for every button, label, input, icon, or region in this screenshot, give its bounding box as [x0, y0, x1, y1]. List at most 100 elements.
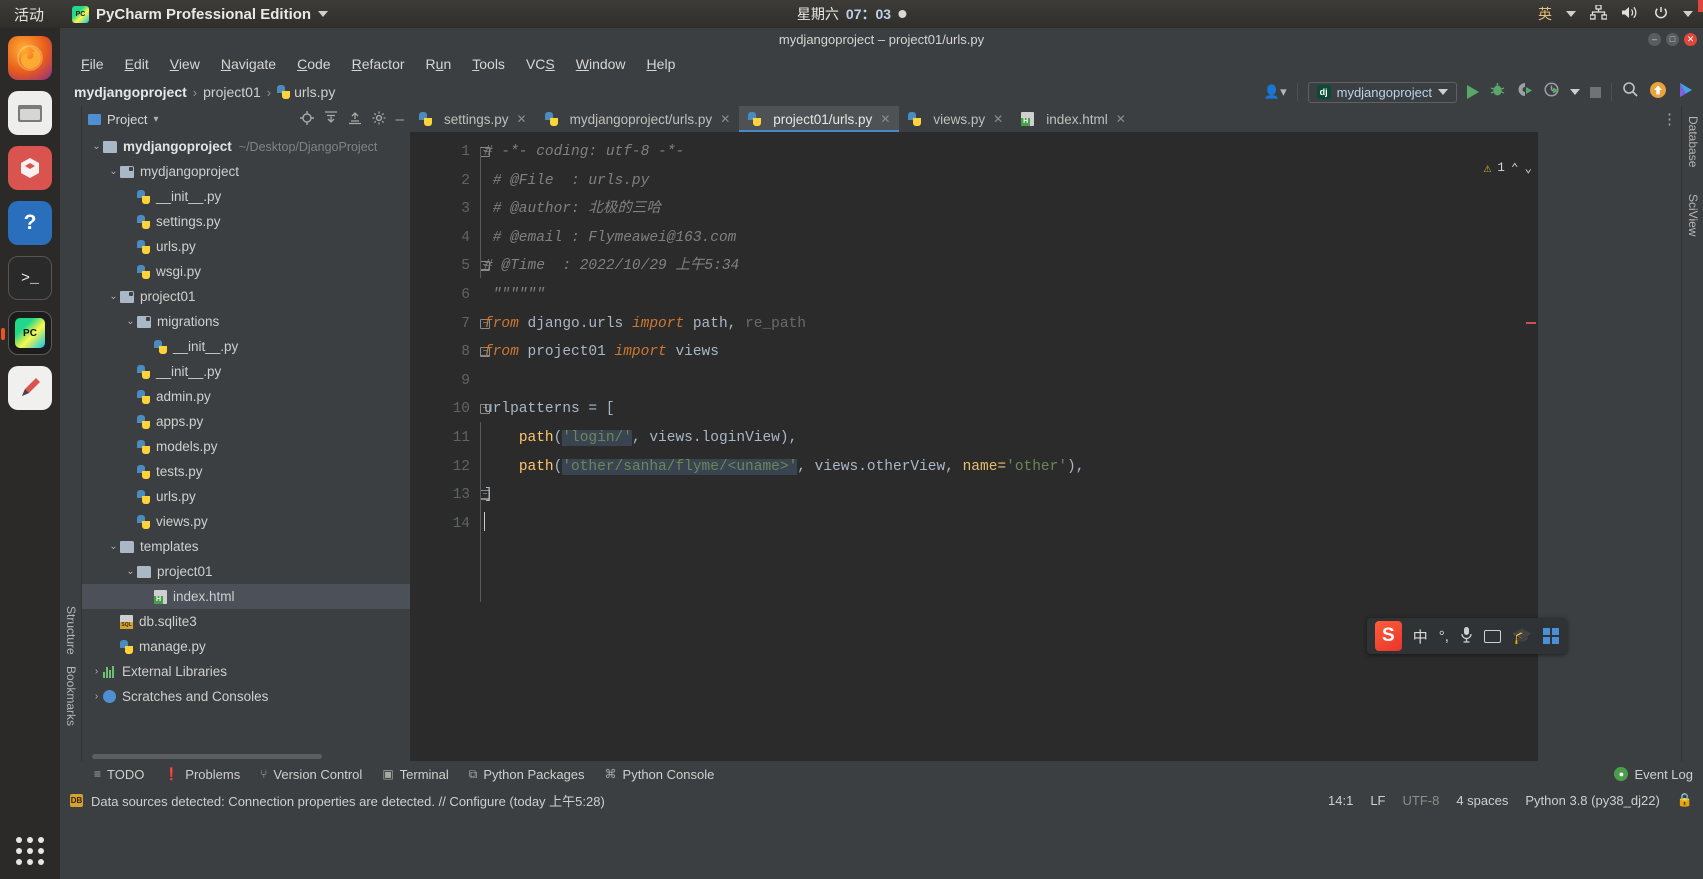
activities-button[interactable]: 活动: [14, 4, 44, 25]
menu-refactor[interactable]: Refactor: [343, 53, 414, 75]
bottom-tool-terminal[interactable]: ▣ Terminal: [382, 767, 448, 782]
run-icon[interactable]: [1467, 85, 1479, 99]
menu-navigate[interactable]: Navigate: [212, 53, 285, 75]
sogou-ime-floating-bar[interactable]: S 中 °, 🎓: [1367, 618, 1567, 654]
system-clock[interactable]: 星期六 07：03: [797, 4, 907, 24]
tree-item-scratches-and-consoles[interactable]: › Scratches and Consoles: [82, 684, 410, 709]
editor-tab-views-py[interactable]: views.py ✕: [899, 106, 1012, 132]
keyboard-icon[interactable]: [1483, 629, 1502, 643]
graduation-hat-icon[interactable]: 🎓: [1512, 626, 1532, 646]
stop-icon[interactable]: [1590, 86, 1601, 98]
breadcrumb-project[interactable]: mydjangoproject: [74, 84, 187, 100]
ime-mode-toggle[interactable]: 中: [1413, 626, 1428, 647]
editor-tab-mydjangoproject-urls-py[interactable]: mydjangoproject/urls.py ✕: [536, 106, 740, 132]
launcher-item-software[interactable]: [8, 146, 52, 190]
tree-item-mydjangoproject[interactable]: ⌄ mydjangoproject: [82, 159, 410, 184]
previous-problem-icon[interactable]: ⌃: [1511, 160, 1519, 176]
menu-view[interactable]: View: [161, 53, 209, 75]
tree-expand-arrow-icon[interactable]: ⌄: [124, 316, 137, 327]
code-line-1[interactable]: # -*- coding: utf-8 -*-: [478, 138, 1538, 167]
inspection-widget[interactable]: ⚠ 1 ⌃ ⌄: [1484, 160, 1532, 177]
tree-item-models-py[interactable]: models.py: [82, 434, 410, 459]
code-content[interactable]: # -*- coding: utf-8 -*- # @File : urls.p…: [478, 132, 1538, 761]
ime-chevron-down-icon[interactable]: [1566, 11, 1576, 17]
run-configuration-selector[interactable]: dj mydjangoproject: [1307, 81, 1457, 103]
tree-expand-arrow-icon[interactable]: ⌄: [107, 541, 120, 552]
microphone-icon[interactable]: [1460, 626, 1473, 647]
show-applications-button[interactable]: [16, 837, 44, 865]
menu-file[interactable]: File: [72, 53, 113, 75]
editor-marker-strip[interactable]: [1524, 132, 1538, 761]
code-line-8[interactable]: from project01 import views: [478, 338, 1538, 367]
launcher-item-pycharm[interactable]: PC: [1, 311, 52, 355]
status-message[interactable]: Data sources detected: Connection proper…: [91, 791, 605, 810]
more-run-options-chevron-icon[interactable]: [1570, 89, 1580, 95]
close-tab-icon[interactable]: ✕: [1116, 112, 1126, 126]
breadcrumb-module[interactable]: project01: [203, 84, 261, 100]
tree-expand-arrow-icon[interactable]: ⌄: [107, 291, 120, 302]
bottom-tool-python-console[interactable]: ⌘ Python Console: [605, 767, 715, 782]
menu-run[interactable]: Run: [417, 53, 461, 75]
tree-item-views-py[interactable]: views.py: [82, 509, 410, 534]
menu-vcs[interactable]: VCS: [517, 53, 564, 75]
breadcrumb-file[interactable]: urls.py: [277, 84, 335, 100]
tool-tab-database[interactable]: Database: [1686, 116, 1700, 167]
tree-item-migrations[interactable]: ⌄ migrations: [82, 309, 410, 334]
run-with-coverage-icon[interactable]: [1516, 81, 1533, 103]
code-line-3[interactable]: # @author: 北极的三哈: [478, 195, 1538, 224]
tree-item-db-sqlite3[interactable]: db.sqlite3: [82, 609, 410, 634]
launcher-item-terminal[interactable]: >_: [8, 256, 52, 300]
launcher-item-files[interactable]: [8, 91, 52, 135]
user-profile-icon[interactable]: 👤▾: [1264, 84, 1287, 100]
tree-expand-arrow-icon[interactable]: ›: [90, 666, 103, 677]
code-editor[interactable]: 1− 2 3 4 5− 6 7−8− 9 10− 11 12 13− 14 # -*- coding: …: [410, 132, 1538, 761]
tree-item-mydjangoproject[interactable]: ⌄ mydjangoproject ~/Desktop/DjangoProject: [82, 134, 410, 159]
tree-item-admin-py[interactable]: admin.py: [82, 384, 410, 409]
close-tab-icon[interactable]: ✕: [993, 112, 1003, 126]
tree-item-templates[interactable]: ⌄ templates: [82, 534, 410, 559]
code-line-12[interactable]: path('other/sanha/flyme/<uname>', views.…: [478, 453, 1538, 482]
profiler-icon[interactable]: [1543, 81, 1560, 103]
search-everywhere-icon[interactable]: [1622, 81, 1639, 103]
close-tab-icon[interactable]: ✕: [720, 112, 730, 126]
tree-expand-arrow-icon[interactable]: ⌄: [90, 141, 103, 152]
launcher-item-firefox[interactable]: [8, 36, 52, 80]
code-line-4[interactable]: # @email : Flymeawei@163.com: [478, 224, 1538, 253]
maximize-button[interactable]: □: [1666, 32, 1679, 46]
minimize-button[interactable]: –: [1648, 32, 1661, 46]
project-view-chevron-down-icon[interactable]: ▾: [153, 114, 158, 125]
app-grid-icon[interactable]: [1543, 628, 1559, 644]
app-menu-pycharm[interactable]: PC PyCharm Professional Edition: [72, 5, 329, 23]
project-horizontal-scrollbar[interactable]: [82, 752, 410, 761]
bottom-tool-problems[interactable]: ❗ Problems: [164, 767, 240, 782]
project-file-tree[interactable]: ⌄ mydjangoproject ~/Desktop/DjangoProject ⌄…: [82, 132, 410, 752]
tray-chevron-down-icon[interactable]: [1683, 11, 1693, 17]
tree-item-urls-py[interactable]: urls.py: [82, 484, 410, 509]
close-tab-icon[interactable]: ✕: [880, 112, 890, 126]
close-tab-icon[interactable]: ✕: [517, 112, 527, 126]
code-line-5[interactable]: # @Time : 2022/10/29 上午5:34: [478, 252, 1538, 281]
close-button[interactable]: ✕: [1684, 32, 1697, 46]
tree-item-manage-py[interactable]: manage.py: [82, 634, 410, 659]
hide-panel-icon[interactable]: ‒: [396, 111, 404, 128]
tool-tab-structure[interactable]: Structure: [64, 606, 78, 655]
collapse-all-icon[interactable]: [348, 111, 362, 128]
tree-item-external-libraries[interactable]: › External Libraries: [82, 659, 410, 684]
tree-item---init---py[interactable]: __init__.py: [82, 184, 410, 209]
tool-tab-bookmarks[interactable]: Bookmarks: [64, 666, 78, 726]
menu-window[interactable]: Window: [567, 53, 635, 75]
expand-all-icon[interactable]: [324, 110, 338, 128]
tree-item---init---py[interactable]: __init__.py: [82, 334, 410, 359]
ime-indicator[interactable]: 英: [1538, 4, 1552, 24]
menu-tools[interactable]: Tools: [463, 53, 514, 75]
code-line-9[interactable]: [478, 367, 1538, 396]
menu-help[interactable]: Help: [638, 53, 685, 75]
editor-more-options-icon[interactable]: ⋮: [1662, 110, 1677, 128]
tree-item-urls-py[interactable]: urls.py: [82, 234, 410, 259]
ide-feature-icon[interactable]: [1677, 81, 1695, 104]
menu-edit[interactable]: Edit: [116, 53, 158, 75]
update-icon[interactable]: [1649, 81, 1667, 104]
code-line-6[interactable]: """""": [478, 281, 1538, 310]
bottom-tool-python-packages[interactable]: ⧉ Python Packages: [469, 767, 585, 782]
locate-icon[interactable]: [299, 110, 314, 128]
